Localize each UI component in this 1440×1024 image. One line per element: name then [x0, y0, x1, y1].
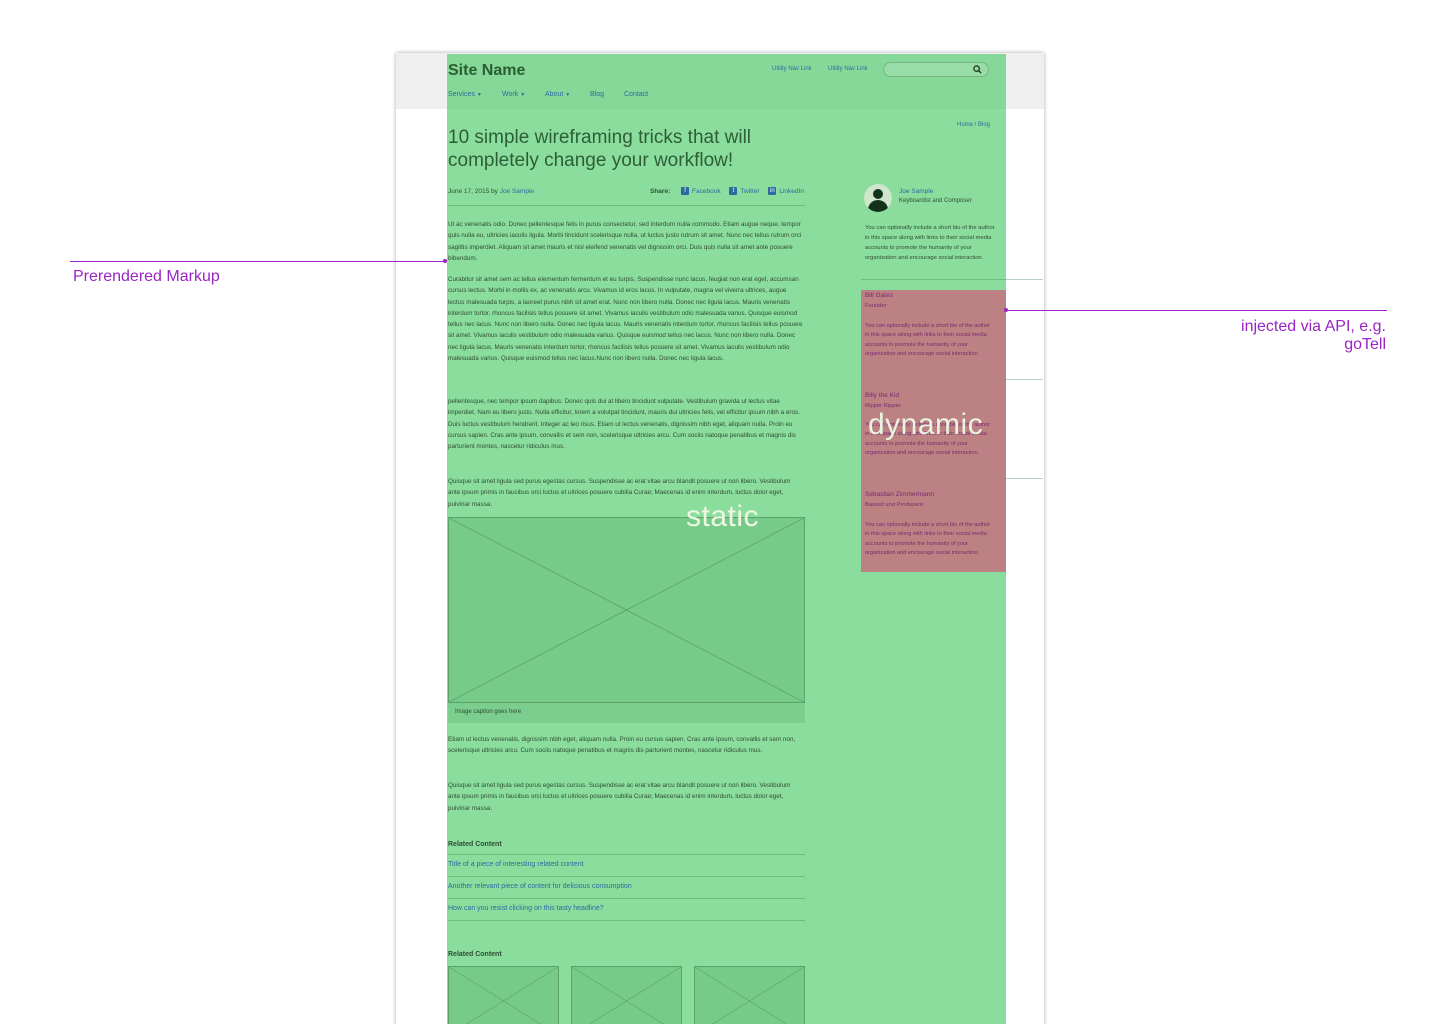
divider: [448, 898, 805, 899]
share-bar: Share: f Facebook t Twitter in LinkedIn: [650, 187, 808, 195]
caret-down-icon: ▼: [476, 92, 482, 98]
image-caption: Image caption goes here: [455, 709, 522, 715]
annotation-line-right: [1007, 310, 1387, 311]
divider: [1006, 478, 1043, 479]
share-facebook[interactable]: Facebook: [692, 188, 721, 195]
nav-services[interactable]: Services ▼: [448, 91, 482, 98]
dynamic-author-role: Bassist und Produzent: [865, 502, 924, 508]
search-input[interactable]: [883, 62, 989, 77]
injected-label-line2: goTell: [1344, 335, 1386, 353]
dynamic-author-bio: You can optionally include a short bio o…: [865, 522, 991, 557]
avatar: [864, 184, 892, 212]
sidebar-author-bio: You can optionally include a short bio o…: [865, 225, 995, 261]
nav-work[interactable]: Work ▼: [502, 91, 525, 98]
article-paragraph: pellentesque, nec tempor ipsum dapibus. …: [448, 398, 800, 451]
nav-blog[interactable]: Blog: [590, 91, 604, 98]
nav-about[interactable]: About ▼: [545, 91, 570, 98]
share-label: Share:: [650, 187, 671, 195]
linkedin-icon[interactable]: in: [768, 187, 777, 195]
dynamic-author-role: Founder: [865, 303, 887, 309]
divider: [448, 876, 805, 877]
article-image-placeholder: [448, 517, 805, 703]
divider: [861, 279, 1043, 280]
prerendered-markup-label: Prerendered Markup: [73, 268, 220, 285]
nav-label: Work: [502, 91, 519, 98]
related-card-image[interactable]: [694, 966, 805, 1024]
caret-down-icon: ▼: [520, 92, 526, 98]
static-label: static: [686, 500, 760, 533]
dynamic-author-name[interactable]: Sebastian Zimmermann: [865, 491, 934, 498]
nav-contact[interactable]: Contact: [624, 91, 648, 98]
article-date: June 17, 2015 by: [448, 188, 498, 195]
canvas: Site Name Utility Nav Link Utility Nav L…: [0, 0, 1440, 1024]
nav-label: Services: [448, 91, 475, 98]
article-paragraph: Ut ac venenatis odio. Donec pellentesque…: [448, 221, 802, 262]
site-name[interactable]: Site Name: [448, 62, 525, 80]
dynamic-author-bio: You can optionally include a short bio o…: [865, 323, 991, 358]
nav-label: About: [545, 91, 564, 98]
article-paragraph: Curabitur sit amet sem ac tellus element…: [448, 276, 803, 363]
related-card-image[interactable]: [448, 966, 559, 1024]
dynamic-author-name[interactable]: Bill Gates: [865, 292, 893, 299]
search-icon[interactable]: [973, 65, 982, 76]
dynamic-label: dynamic: [868, 408, 984, 441]
share-twitter[interactable]: Twitter: [740, 188, 759, 195]
article-meta: June 17, 2015 by Joe Sample: [448, 188, 534, 195]
related-link[interactable]: How can you resist clicking on this tast…: [448, 905, 604, 912]
injected-label-line1: injected via API, e.g.: [1241, 318, 1386, 335]
caret-down-icon: ▼: [565, 92, 571, 98]
facebook-icon[interactable]: f: [681, 187, 690, 195]
related-content-title: Related Content: [448, 841, 502, 848]
related-content-title: Related Content: [448, 951, 502, 958]
utility-nav-link-1[interactable]: Utility Nav Link: [772, 66, 812, 72]
utility-nav-link-2[interactable]: Utility Nav Link: [828, 66, 868, 72]
divider: [448, 920, 805, 921]
article-author-link[interactable]: Joe Sample: [500, 188, 534, 195]
annotation-dot-left: [443, 259, 447, 263]
injected-via-api-label: injected via API, e.g. goTell: [1200, 318, 1386, 353]
article-paragraph: Etiam ut lectus venenatis, dignissim nib…: [448, 736, 796, 755]
related-card-image[interactable]: [571, 966, 682, 1024]
related-link[interactable]: Another relevant piece of content for de…: [448, 883, 632, 890]
article-title: 10 simple wireframing tricks that will c…: [448, 127, 752, 171]
sidebar-author-role: Keyboardist and Composer: [899, 198, 972, 204]
article-paragraph: Quisque sit amet ligula sed purus egesta…: [448, 782, 791, 812]
breadcrumb[interactable]: Home / Blog: [940, 122, 990, 128]
twitter-icon[interactable]: t: [729, 187, 738, 195]
annotation-line-left: [70, 261, 445, 262]
divider: [1006, 379, 1043, 380]
annotation-dot-right: [1004, 308, 1008, 312]
divider: [448, 205, 805, 206]
divider: [448, 854, 805, 855]
dynamic-author-name[interactable]: Billy the Kid: [865, 392, 899, 399]
related-link[interactable]: Title of a piece of interesting related …: [448, 861, 584, 868]
share-linkedin[interactable]: LinkedIn: [779, 188, 804, 195]
sidebar-author-name[interactable]: Joe Sample: [899, 188, 933, 195]
